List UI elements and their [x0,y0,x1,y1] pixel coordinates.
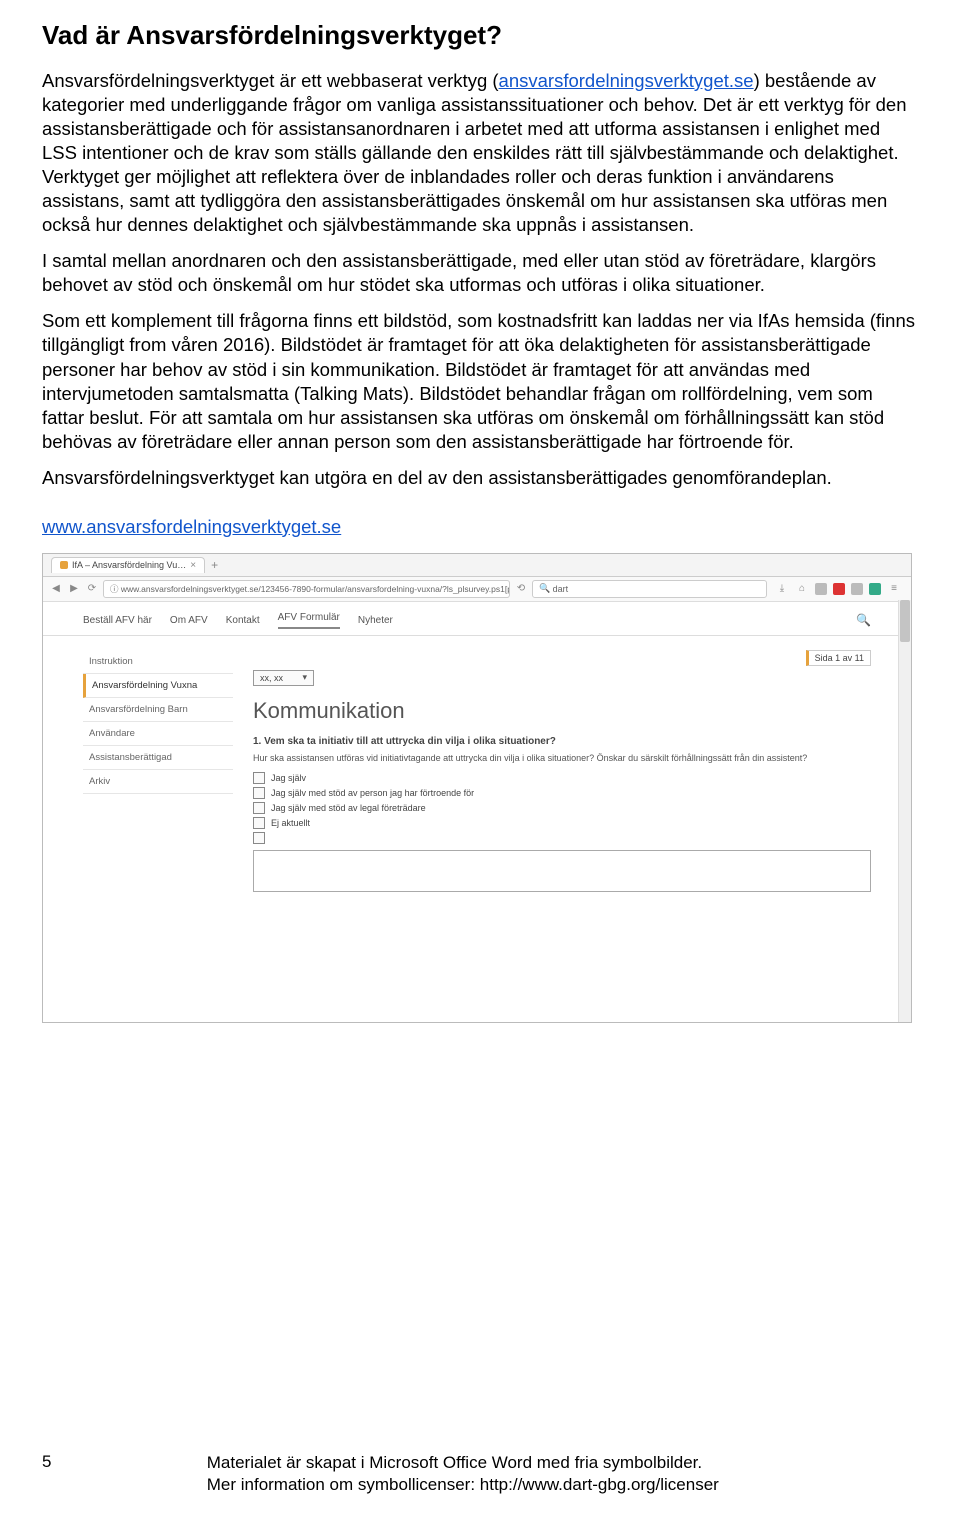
back-icon[interactable]: ◀ [49,583,63,594]
sidebar-item-5[interactable]: Arkiv [83,770,233,794]
paragraph-4: Ansvarsfördelningsverktyget kan utgöra e… [42,466,918,490]
scrollbar-thumb[interactable] [900,600,910,642]
sidebar-item-1[interactable]: Ansvarsfördelning Vuxna [83,674,233,698]
option-label: Jag själv [271,773,306,783]
option-label: Jag själv med stöd av person jag har för… [271,788,474,798]
site-search-icon[interactable]: 🔍 [856,613,871,627]
sidebar-item-2[interactable]: Ansvarsfördelning Barn [83,698,233,722]
ext-icon-2[interactable] [833,583,845,595]
scrollbar[interactable] [898,600,911,1022]
menu-icon[interactable]: ≡ [887,583,901,595]
forward-icon[interactable]: ▶ [67,583,81,594]
free-text-input[interactable] [253,850,871,892]
sidebar-item-4[interactable]: Assistansberättigad [83,746,233,770]
new-tab-button[interactable]: + [211,558,218,572]
address-bar-text: www.ansvarsfordelningsverktyget.se/12345… [121,584,510,594]
embedded-screenshot: IfA – Ansvarsfördelning Vu… × + ◀ ▶ ⟳ ⓘ … [42,553,912,1023]
browser-tab[interactable]: IfA – Ansvarsfördelning Vu… × [51,557,205,573]
intro-lead2: ) bestående av kategorier med underligga… [42,70,907,235]
search-value: dart [553,584,569,594]
paragraph-3: Som ett komplement till frågorna finns e… [42,309,918,453]
site-url[interactable]: www.ansvarsfordelningsverktyget.se [42,516,341,537]
reload-icon[interactable]: ⟳ [85,583,99,594]
page-title: Vad är Ansvarsfördelningsverktyget? [42,20,918,51]
toolbar-icons: ⤓ ⌂ ≡ [771,583,905,595]
page-footer: 5 Materialet är skapat i Microsoft Offic… [0,1452,960,1496]
patient-select[interactable]: xx, xx [253,670,314,686]
sidebar-item-3[interactable]: Användare [83,722,233,746]
ext-icon-3[interactable] [851,583,863,595]
form-content: Sida 1 av 11 xx, xx Kommunikation 1. Vem… [253,650,871,893]
favicon-icon [60,561,68,569]
nav-item-3[interactable]: AFV Formulär [278,612,340,629]
checkbox-icon[interactable] [253,772,265,784]
option-label: Jag själv med stöd av legal företrädare [271,803,426,813]
checkbox-icon[interactable] [253,802,265,814]
paragraph-intro: Ansvarsfördelningsverktyget är ett webba… [42,69,918,237]
nav-item-4[interactable]: Nyheter [358,615,393,626]
option-3[interactable]: Ej aktuellt [253,817,871,829]
option-0[interactable]: Jag själv [253,772,871,784]
close-icon[interactable]: × [190,560,196,571]
browser-search-input[interactable]: 🔍 dart [532,580,767,598]
home-icon[interactable]: ⌂ [795,583,809,595]
footer-line-1: Materialet är skapat i Microsoft Office … [207,1453,702,1472]
option-label: Ej aktuellt [271,818,310,828]
browser-tab-title: IfA – Ansvarsfördelning Vu… [72,560,186,570]
nav-item-2[interactable]: Kontakt [226,615,260,626]
checkbox-icon[interactable] [253,787,265,799]
ext-icon-1[interactable] [815,583,827,595]
site-nav: Beställ AFV här Om AFV Kontakt AFV Formu… [43,602,911,636]
page-number: 5 [42,1452,72,1472]
browser-toolbar: ◀ ▶ ⟳ ⓘ www.ansvarsfordelningsverktyget.… [43,577,911,602]
browser-tab-strip: IfA – Ansvarsfördelning Vu… × + [43,554,911,577]
refresh2-icon[interactable]: ⟲ [514,583,528,594]
paragraph-2: I samtal mellan anordnaren och den assis… [42,249,918,297]
ext-icon-4[interactable] [869,583,881,595]
nav-item-0[interactable]: Beställ AFV här [83,615,152,626]
option-4[interactable] [253,832,871,844]
checkbox-icon[interactable] [253,817,265,829]
footer-line-2: Mer information om symbollicenser: http:… [207,1475,719,1494]
sidebar-item-0[interactable]: Instruktion [83,650,233,674]
checkbox-icon[interactable] [253,832,265,844]
download-icon[interactable]: ⤓ [775,583,789,595]
intro-lead1: Ansvarsfördelningsverktyget är ett webba… [42,70,499,91]
intro-link[interactable]: ansvarsfordelningsverktyget.se [499,70,754,91]
form-sidebar: Instruktion Ansvarsfördelning Vuxna Ansv… [83,650,233,893]
patient-select-value: xx, xx [260,673,283,683]
option-2[interactable]: Jag själv med stöd av legal företrädare [253,802,871,814]
option-1[interactable]: Jag själv med stöd av person jag har för… [253,787,871,799]
site-url-line: www.ansvarsfordelningsverktyget.se [42,515,918,539]
address-bar[interactable]: ⓘ www.ansvarsfordelningsverktyget.se/123… [103,580,510,598]
section-heading: Kommunikation [253,698,871,724]
question-description: Hur ska assistansen utföras vid initiati… [253,753,871,765]
page-indicator: Sida 1 av 11 [806,650,871,666]
nav-item-1[interactable]: Om AFV [170,615,208,626]
question-title: 1. Vem ska ta initiativ till att uttryck… [253,736,871,747]
